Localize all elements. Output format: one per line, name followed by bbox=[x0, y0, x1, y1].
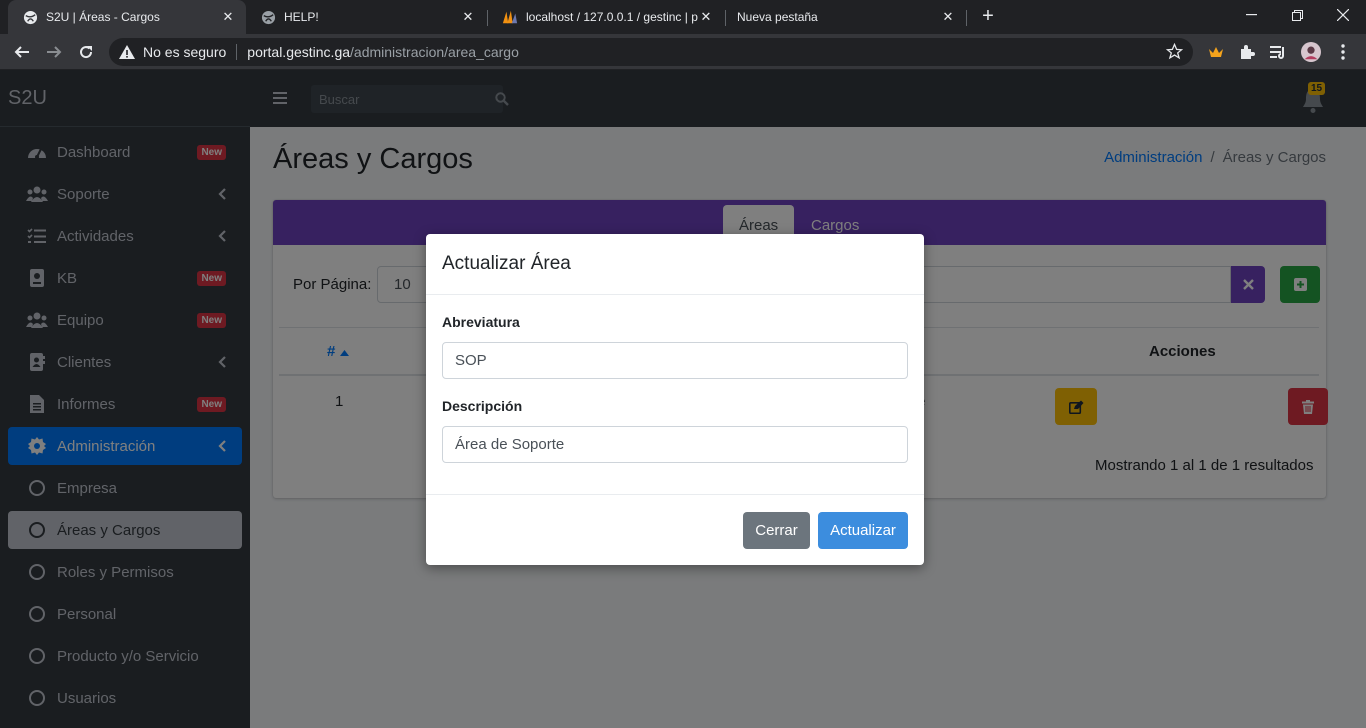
update-button[interactable]: Actualizar bbox=[818, 512, 908, 549]
tab-separator bbox=[966, 10, 967, 26]
globe-icon bbox=[260, 9, 276, 25]
restore-window-icon[interactable] bbox=[1274, 0, 1320, 30]
close-tab-icon[interactable]: ✕ bbox=[220, 9, 236, 25]
phpmyadmin-icon bbox=[502, 9, 518, 25]
browser-tabbar: S2U | Áreas - Cargos ✕ HELP! ✕ localhost… bbox=[0, 0, 1366, 34]
abbreviation-input[interactable] bbox=[442, 342, 908, 379]
browser-tab-s2u[interactable]: S2U | Áreas - Cargos ✕ bbox=[8, 0, 246, 34]
abbreviation-label: Abreviatura bbox=[442, 314, 520, 330]
description-input[interactable] bbox=[442, 426, 908, 463]
browser-toolbar: No es seguro portal.gestinc.ga/administr… bbox=[0, 34, 1366, 70]
close-tab-icon[interactable]: ✕ bbox=[940, 9, 956, 25]
media-queue-icon[interactable] bbox=[1269, 42, 1289, 62]
back-arrow-icon[interactable] bbox=[8, 38, 36, 66]
browser-tab-title: HELP! bbox=[284, 10, 319, 24]
browser-tab-title: S2U | Áreas - Cargos bbox=[46, 10, 160, 24]
close-window-icon[interactable] bbox=[1320, 0, 1366, 30]
modal-body: Abreviatura Descripción bbox=[426, 295, 924, 495]
modal-title: Actualizar Área bbox=[426, 234, 924, 295]
url-path: /administracion/area_cargo bbox=[350, 44, 519, 60]
url-host: portal.gestinc.ga bbox=[247, 44, 351, 60]
new-tab-plus-icon[interactable]: + bbox=[977, 5, 999, 27]
puzzle-extensions-icon[interactable] bbox=[1237, 42, 1257, 62]
bookmark-star-icon[interactable] bbox=[1165, 42, 1184, 63]
browser-tab-new[interactable]: Nueva pestaña ✕ bbox=[726, 0, 966, 34]
address-bar[interactable]: No es seguro portal.gestinc.ga/administr… bbox=[109, 38, 1193, 66]
crown-extension-icon[interactable] bbox=[1206, 42, 1226, 62]
close-button[interactable]: Cerrar bbox=[743, 512, 810, 549]
warning-triangle-icon[interactable] bbox=[119, 44, 135, 60]
browser-tab-title: Nueva pestaña bbox=[737, 10, 818, 24]
globe-icon bbox=[22, 9, 38, 25]
close-tab-icon[interactable]: ✕ bbox=[698, 9, 714, 25]
security-label[interactable]: No es seguro bbox=[143, 44, 226, 60]
browser-menu-icon[interactable] bbox=[1333, 42, 1353, 62]
browser-tab-phpmyadmin[interactable]: localhost / 127.0.0.1 / gestinc | ph ✕ bbox=[488, 0, 724, 34]
forward-arrow-icon[interactable] bbox=[40, 38, 68, 66]
omnibox-divider bbox=[236, 44, 238, 60]
close-tab-icon[interactable]: ✕ bbox=[460, 9, 476, 25]
reload-icon[interactable] bbox=[72, 38, 100, 66]
profile-avatar-icon[interactable] bbox=[1301, 42, 1321, 62]
modal-footer: Cerrar Actualizar bbox=[426, 495, 924, 564]
browser-tab-title: localhost / 127.0.0.1 / gestinc | ph bbox=[526, 10, 698, 24]
browser-tab-help[interactable]: HELP! ✕ bbox=[246, 0, 486, 34]
description-label: Descripción bbox=[442, 398, 523, 414]
minimize-window-icon[interactable] bbox=[1228, 0, 1274, 30]
update-area-modal: Actualizar Área Abreviatura Descripción … bbox=[426, 234, 924, 565]
